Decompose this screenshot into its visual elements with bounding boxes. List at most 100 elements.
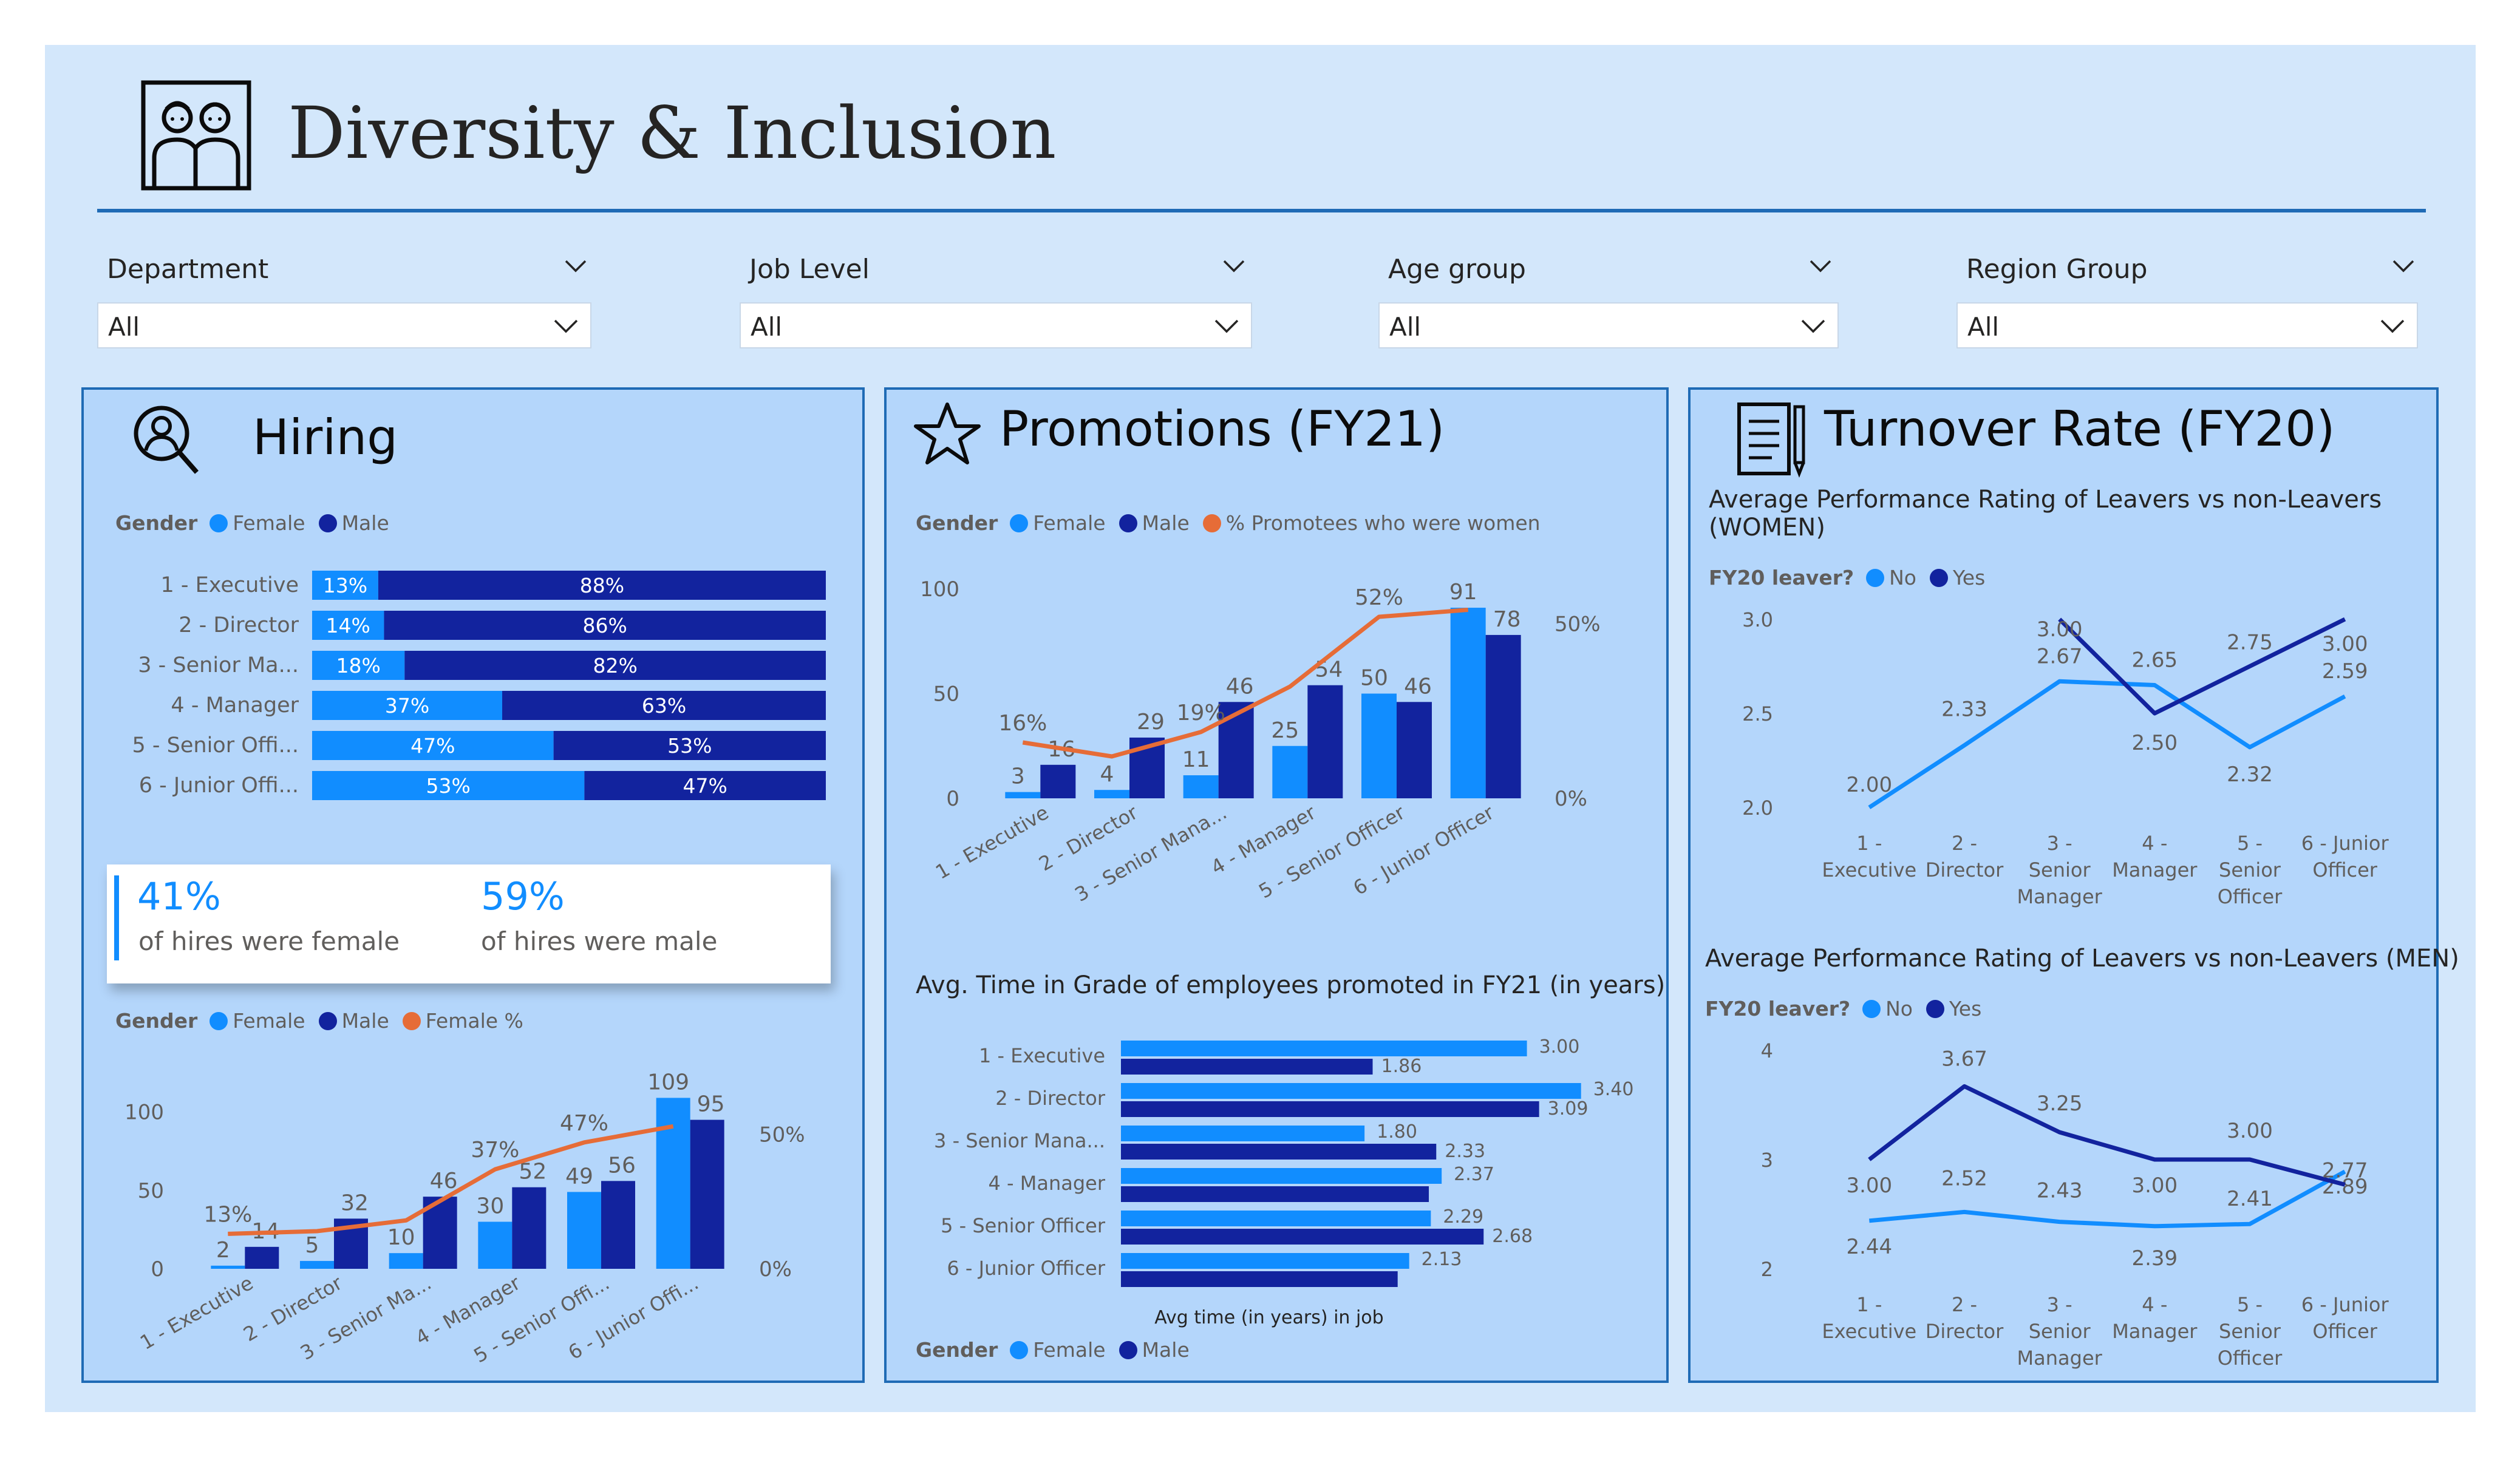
category-label: 3 - Senior Ma... — [138, 653, 299, 678]
legend-item-female[interactable]: Female — [209, 1009, 305, 1033]
slicer-region-group[interactable]: Region Group All — [1956, 249, 2420, 352]
data-label: 18% — [336, 654, 380, 678]
data-label: 49 — [565, 1164, 593, 1189]
legend-item-yes[interactable]: Yes — [1926, 997, 1981, 1021]
legend-item-no[interactable]: No — [1862, 997, 1913, 1021]
bar-female — [1094, 790, 1129, 798]
legend-item-female-pct[interactable]: Female % — [402, 1009, 523, 1033]
data-label: 2.29 — [1443, 1206, 1483, 1228]
data-label: 46 — [430, 1169, 458, 1194]
dropdown-value: All — [751, 312, 783, 342]
men-legend: FY20 leaver? No Yes — [1705, 997, 1995, 1021]
bar-male — [1121, 1186, 1429, 1202]
data-label: 56 — [608, 1153, 636, 1178]
legend-item-male[interactable]: Male — [318, 511, 389, 535]
data-label: 109 — [647, 1070, 689, 1095]
line-series-yes — [1868, 1084, 2346, 1187]
category-label: 3 - — [2047, 1293, 2072, 1316]
legend-swatch-male — [1119, 514, 1137, 532]
bar-female — [1005, 792, 1041, 798]
bar-female — [567, 1192, 601, 1269]
time-in-grade-title: Avg. Time in Grade of employees promoted… — [916, 971, 1666, 999]
line-series-no — [1868, 679, 2346, 809]
category-label: 1 - — [1856, 832, 1882, 855]
legend-label: No — [1889, 566, 1917, 589]
chevron-down-icon[interactable] — [564, 254, 588, 278]
y2-tick-label: 50% — [759, 1123, 805, 1147]
legend-item-yes[interactable]: Yes — [1930, 566, 1985, 589]
legend-label: Male — [1142, 511, 1190, 535]
line-series-yes — [2058, 617, 2346, 716]
data-label: 3.00 — [1539, 1036, 1580, 1058]
data-label: 2.43 — [2037, 1179, 2083, 1203]
chevron-down-icon[interactable] — [1808, 254, 1833, 278]
category-label: 5 - — [2237, 832, 2263, 855]
bar-female — [1121, 1083, 1581, 1099]
women-chart-title-line1: Average Performance Rating of Leavers vs… — [1709, 486, 2382, 514]
age-group-dropdown[interactable]: All — [1378, 302, 1839, 348]
data-label: 2.65 — [2131, 648, 2178, 673]
chevron-down-icon[interactable] — [2391, 254, 2416, 278]
legend-item-male[interactable]: Male — [1119, 1338, 1190, 1362]
data-label: 2.41 — [2227, 1187, 2273, 1211]
legend-item-male[interactable]: Male — [318, 1009, 389, 1033]
data-label: 3.00 — [2227, 1119, 2273, 1143]
data-label: 3.00 — [2131, 1173, 2178, 1198]
data-label: 2 — [216, 1238, 230, 1263]
department-dropdown[interactable]: All — [97, 302, 591, 348]
job-level-dropdown[interactable]: All — [740, 302, 1252, 348]
legend-label: Yes — [1949, 997, 1982, 1021]
category-label: 1 - Executive — [136, 1271, 257, 1354]
legend-title: Gender — [115, 511, 198, 535]
data-label: 46 — [1226, 674, 1254, 699]
region-group-dropdown[interactable]: All — [1956, 302, 2418, 348]
data-label: 46 — [1404, 674, 1432, 699]
slicer-department[interactable]: Department All — [97, 249, 595, 352]
hiring-count-legend: Gender Female Male Female % — [115, 1009, 537, 1033]
data-label: 82% — [593, 654, 637, 678]
data-label: 29 — [1137, 710, 1165, 735]
hiring-counts-chart: 0501000%50%2141 - Executive5322 - Direct… — [124, 1070, 805, 1367]
magnifier-person-icon — [134, 406, 199, 474]
legend-item-no[interactable]: No — [1866, 566, 1916, 589]
category-label: 4 - Manager — [988, 1172, 1105, 1195]
slicer-age-group[interactable]: Age group All — [1378, 249, 1842, 352]
chevron-down-icon[interactable] — [1222, 254, 1246, 278]
legend-title: FY20 leaver? — [1709, 566, 1854, 589]
hiring-title: Hiring — [253, 409, 398, 466]
bar-female — [656, 1098, 690, 1269]
legend-item-pct[interactable]: % Promotees who were women — [1202, 511, 1541, 535]
data-label: 30 — [476, 1194, 504, 1219]
data-label: 2.77 — [2322, 1158, 2368, 1183]
legend-item-female[interactable]: Female — [209, 511, 305, 535]
hiring-by-level-chart: 1 - Executive 13% 88% 2 - Director 14% 86% 3 -… — [132, 571, 826, 800]
legend-item-male[interactable]: Male — [1119, 511, 1190, 535]
time-in-grade-legend: Gender Female Male — [916, 1338, 1203, 1362]
category-label: 1 - Executive — [931, 801, 1052, 884]
line-data-label: 52% — [1355, 585, 1403, 610]
hiring-kpi-card: 41% of hires were female 59% of hires we… — [107, 864, 831, 983]
category-label: Executive — [1822, 858, 1916, 881]
data-label: 88% — [580, 574, 624, 597]
category-label: Officer — [2218, 885, 2283, 908]
legend-swatch-male — [318, 1011, 337, 1030]
y-tick-label: 2 — [1761, 1258, 1773, 1281]
category-label: Director — [1926, 858, 2004, 881]
legend-item-female[interactable]: Female — [1010, 511, 1106, 535]
dropdown-value: All — [1967, 312, 2000, 342]
header-divider — [97, 209, 2426, 212]
y-tick-label: 4 — [1761, 1039, 1773, 1062]
legend-swatch-male — [318, 514, 337, 532]
bar-female — [478, 1221, 513, 1269]
line-data-label: 19% — [1177, 701, 1225, 725]
y2-tick-label: 0% — [1555, 787, 1587, 811]
time-in-grade-chart: 1 - Executive 3.00 1.86 2 - Director 3.403.0… — [934, 1036, 1633, 1328]
category-label: 5 - Senior Officer — [1255, 801, 1409, 903]
legend-label: Male — [341, 511, 389, 535]
slicer-job-level[interactable]: Job Level All — [740, 249, 1256, 352]
legend-swatch-yes — [1930, 568, 1949, 587]
data-label: 4 — [1100, 762, 1114, 787]
slicer-title: Department — [107, 254, 269, 285]
legend-item-female[interactable]: Female — [1010, 1338, 1106, 1362]
legend-swatch-no — [1866, 568, 1885, 587]
